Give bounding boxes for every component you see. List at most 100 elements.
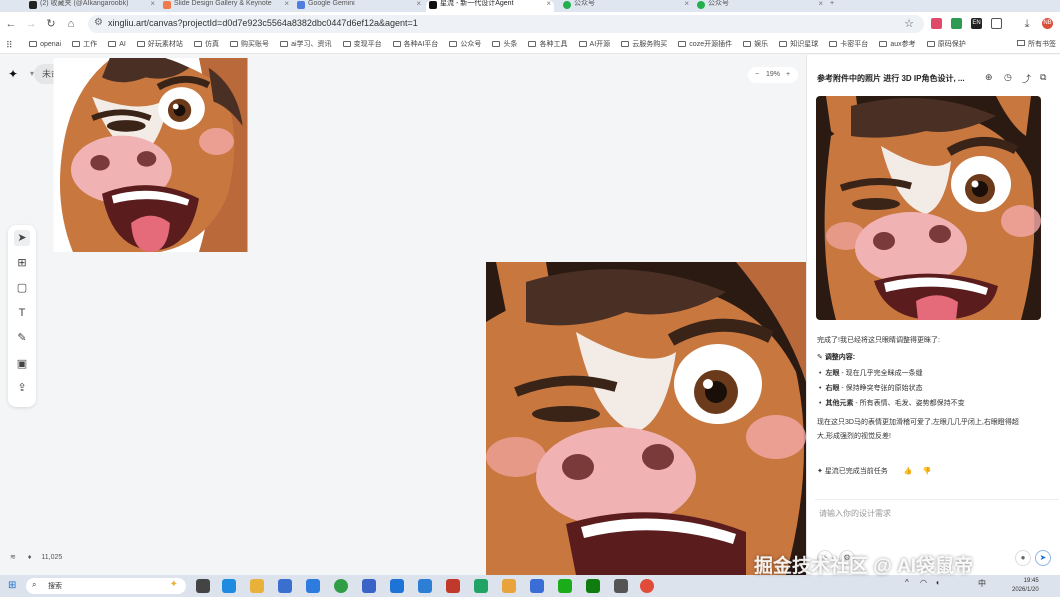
bookmark-folder[interactable]: 购买账号 [230, 36, 269, 53]
system-clock[interactable]: 19:45 2026/1/20 [1012, 577, 1039, 595]
xingliu-logo-icon[interactable]: ✦ [8, 67, 18, 81]
layers-icon[interactable]: ≋ [10, 554, 16, 561]
extension-icon[interactable] [931, 18, 942, 29]
close-tab-icon[interactable]: × [818, 0, 823, 8]
extension-icon[interactable] [951, 18, 962, 29]
taskbar-search[interactable]: ⌕ 搜索 ✦ [26, 578, 186, 594]
task-view-icon[interactable] [196, 579, 210, 593]
image-tool-icon[interactable]: ▣ [14, 356, 30, 372]
app-icon[interactable] [502, 579, 516, 593]
app-icon[interactable] [306, 579, 320, 593]
browser-tab[interactable]: Google Gemini × [294, 0, 424, 12]
app-icon[interactable] [446, 579, 460, 593]
bookmark-folder[interactable]: 头条 [492, 36, 517, 53]
frame-tool-icon[interactable]: ⊞ [14, 255, 30, 271]
upload-tool-icon[interactable]: ⇪ [14, 380, 30, 396]
bookmark-folder[interactable]: openai [29, 36, 61, 53]
zoom-out-button[interactable]: − [755, 67, 759, 83]
address-bar[interactable]: ⚙ xingliu.art/canvas?projectId=d0d7e923c… [88, 15, 924, 33]
add-conversation-icon[interactable]: ⊕ [985, 72, 993, 83]
reload-icon[interactable]: ↻ [44, 17, 58, 31]
app-icon[interactable] [474, 579, 488, 593]
vscode-icon[interactable] [418, 579, 432, 593]
edge-icon[interactable] [222, 579, 236, 593]
browser-tab[interactable]: 公众号 × [560, 0, 692, 12]
bookmark-folder[interactable]: 原码保护 [926, 36, 966, 53]
rectangle-tool-icon[interactable]: ▢ [14, 280, 30, 296]
bookmark-folder[interactable]: 各种工具 [528, 36, 567, 53]
ime-indicator[interactable]: 中 [978, 578, 986, 589]
close-tab-icon[interactable]: × [416, 0, 421, 8]
extensions-puzzle-icon[interactable] [991, 18, 1002, 29]
history-icon[interactable]: ◷ [1004, 72, 1012, 83]
network-icon[interactable]: ◠ [920, 578, 927, 587]
new-tab-button[interactable]: + [828, 0, 842, 12]
thumbs-down-icon[interactable]: 👎 [922, 468, 931, 475]
text-tool-icon[interactable]: T [14, 305, 30, 321]
bookmark-folder[interactable]: 云服务购买 [621, 36, 667, 53]
apps-grid-icon[interactable]: ⠿ [6, 40, 13, 51]
close-tab-icon[interactable]: × [546, 0, 551, 8]
url-text[interactable]: xingliu.art/canvas?projectId=d0d7e923c55… [108, 18, 418, 28]
bookmark-folder[interactable]: 卡密平台 [829, 36, 868, 53]
browser-tab[interactable]: (2) 收藏夹 (@AIkangaroobk) × [26, 0, 158, 12]
bookmark-folder[interactable]: 变现平台 [342, 36, 382, 53]
close-tab-icon[interactable]: × [684, 0, 689, 8]
select-tool-icon[interactable]: ➤ [14, 230, 30, 246]
app-icon[interactable] [614, 579, 628, 593]
browser-tab[interactable]: Slide Design Gallery & Keynote × [160, 0, 292, 12]
send-button[interactable]: ➤ [1035, 550, 1051, 566]
bookmark-folder[interactable]: ai学习、资讯 [280, 36, 332, 53]
extension-icon[interactable]: EN [971, 18, 982, 29]
file-explorer-icon[interactable] [250, 579, 264, 593]
zoom-in-button[interactable]: + [786, 67, 790, 83]
thumbs-up-icon[interactable]: 👍 [904, 468, 913, 475]
bookmark-folder[interactable]: 工作 [72, 36, 97, 53]
download-icon[interactable]: ⤓ [1020, 17, 1034, 31]
bookmark-folder[interactable]: 知识星球 [779, 36, 818, 53]
forward-arrow-icon[interactable]: → [24, 17, 38, 31]
chat-result-image[interactable] [816, 96, 1041, 320]
chrome-icon[interactable] [334, 579, 348, 593]
windows-start-icon[interactable]: ⊞ [8, 580, 16, 591]
chat-input[interactable]: 请输入你的设计需求 [819, 508, 891, 519]
bookmark-folder[interactable]: 好玩素材站 [136, 36, 183, 53]
bookmark-folder[interactable]: aux参考 [879, 36, 916, 53]
bookmark-folder[interactable]: 各种AI平台 [392, 36, 438, 53]
close-tab-icon[interactable]: × [284, 0, 289, 8]
bookmark-folder[interactable]: 娱乐 [743, 36, 768, 53]
app-icon[interactable] [278, 579, 292, 593]
bookmark-folder[interactable]: 仿真 [193, 36, 219, 53]
app-icon[interactable] [530, 579, 544, 593]
canvas-image-horse-original[interactable] [52, 58, 249, 252]
bookmark-folder[interactable]: AI开源 [578, 36, 610, 53]
app-icon[interactable] [640, 579, 654, 593]
bookmark-folder[interactable]: coze开源插件 [678, 36, 732, 53]
volume-icon[interactable]: ◖ [935, 578, 940, 587]
collapse-panel-icon[interactable]: ⧉ [1040, 72, 1046, 83]
home-icon[interactable]: ⌂ [64, 17, 78, 31]
bookmark-folder[interactable]: 公众号 [449, 36, 481, 53]
mic-icon[interactable]: ● [1015, 550, 1031, 566]
browser-tab[interactable]: 公众号 × [694, 0, 826, 12]
design-canvas[interactable]: ✦ ▾ 未命名 [0, 55, 806, 575]
back-arrow-icon[interactable]: ← [4, 17, 18, 31]
bookmark-star-icon[interactable]: ☆ [904, 17, 914, 30]
ie-icon[interactable] [390, 579, 404, 593]
site-favicon-icon [163, 1, 171, 9]
profile-avatar[interactable]: NB [1042, 18, 1053, 29]
canvas-image-horse-edited[interactable] [486, 262, 806, 575]
share-icon[interactable]: ⤴ [1022, 72, 1031, 85]
zoom-level[interactable]: 19% [766, 67, 780, 83]
site-settings-icon[interactable]: ⚙ [94, 17, 103, 28]
pen-tool-icon[interactable]: ✎ [14, 330, 30, 346]
browser-tab-active[interactable]: 星流 - 新一代设计Agent × [426, 0, 554, 12]
all-bookmarks-folder[interactable]: 所有书签 [1013, 36, 1056, 53]
layer-count-icon: ♦ [27, 554, 32, 561]
bookmark-folder[interactable]: AI [108, 36, 126, 53]
tray-overflow-icon[interactable]: ^ [905, 578, 909, 587]
close-tab-icon[interactable]: × [150, 0, 155, 8]
wechat-icon[interactable] [558, 579, 572, 593]
app-icon[interactable] [586, 579, 600, 593]
app-icon[interactable] [362, 579, 376, 593]
